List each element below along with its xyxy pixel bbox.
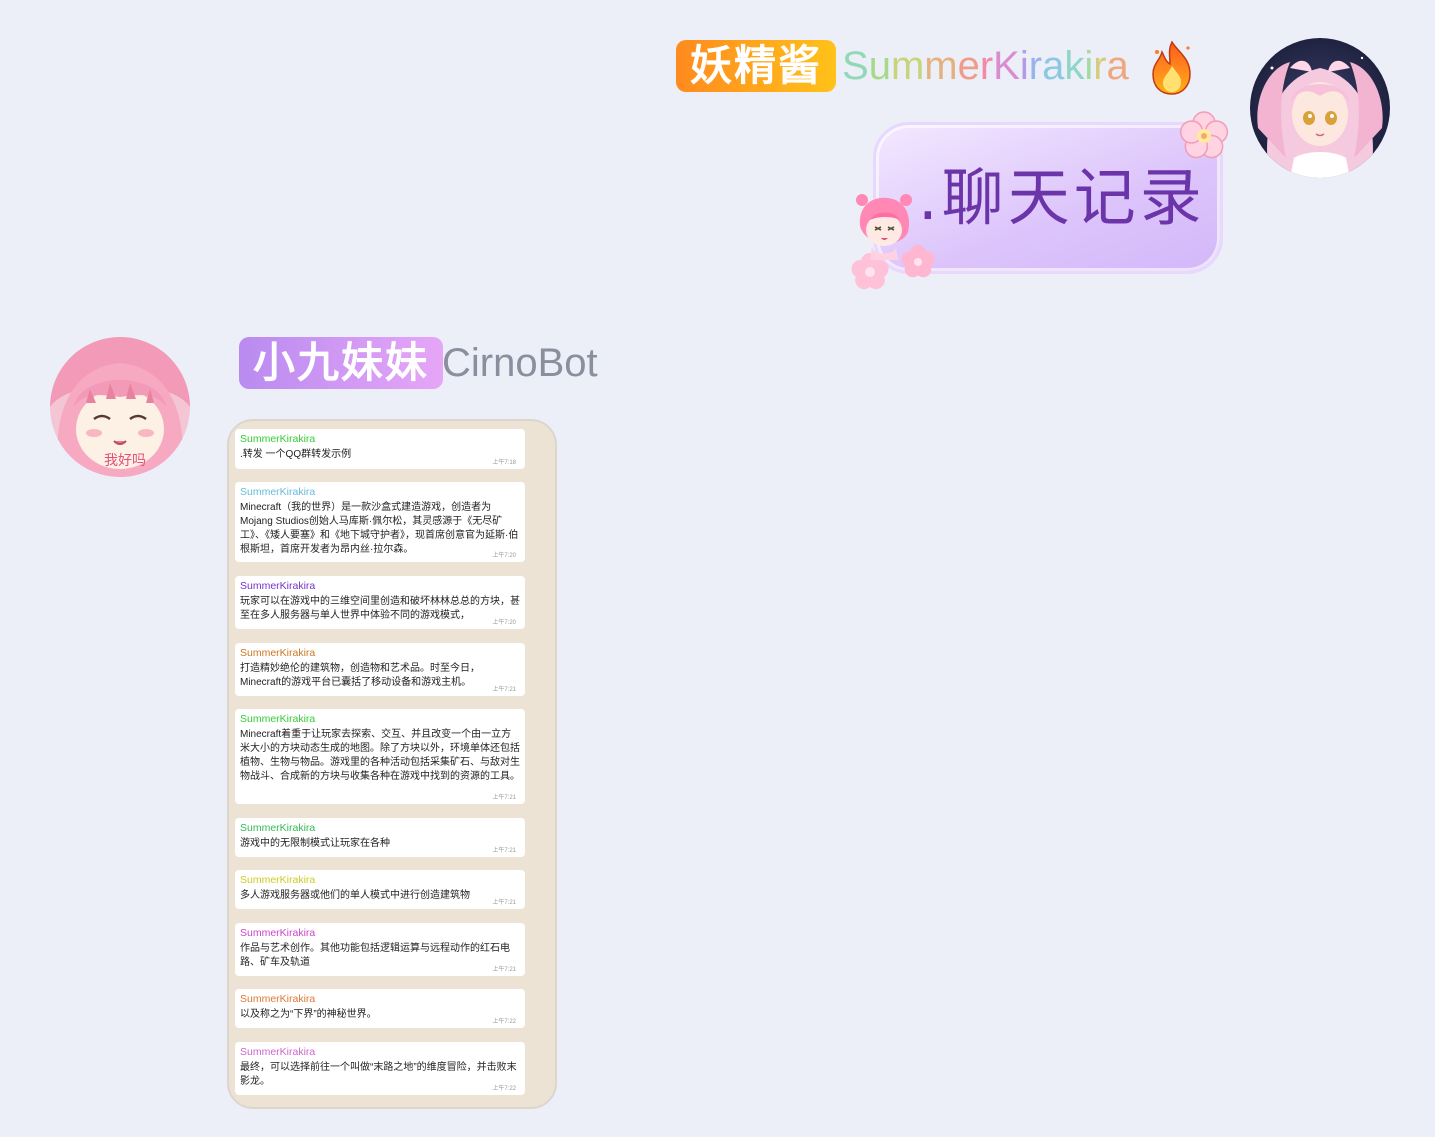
record-message-time: 上午7:22 bbox=[492, 1019, 516, 1025]
record-message: SummerKirakira 以及称之为“下界”的神秘世界。 上午7:22 bbox=[235, 989, 525, 1028]
record-message-text: 作品与艺术创作。其他功能包括逻辑运算与远程动作的红石电路、矿车及轨道 bbox=[240, 943, 510, 968]
sent-message-text: .聊天记录 bbox=[918, 161, 1206, 234]
pink-girl-sticker-icon bbox=[851, 194, 935, 290]
record-message-time: 上午7:21 bbox=[492, 967, 516, 973]
record-message: SummerKirakira 打造精妙绝伦的建筑物，创造物和艺术品。时至今日，M… bbox=[235, 643, 525, 696]
record-message: SummerKirakira .转发 一个QQ群转发示例 上午7:18 bbox=[235, 429, 525, 469]
record-message: SummerKirakira 游戏中的无限制模式让玩家在各种 上午7:21 bbox=[235, 818, 525, 857]
forwarded-chat-record[interactable]: SummerKirakira .转发 一个QQ群转发示例 上午7:18 Summ… bbox=[227, 419, 557, 1109]
record-message-time: 上午7:21 bbox=[492, 795, 516, 801]
fire-icon bbox=[1152, 40, 1191, 95]
record-message-sender: SummerKirakira bbox=[240, 713, 316, 725]
record-message: SummerKirakira Minecraft（我的世界）是一款沙盒式建造游戏… bbox=[235, 482, 525, 562]
user-avatar[interactable] bbox=[1250, 38, 1390, 178]
record-message-time: 上午7:22 bbox=[492, 1086, 516, 1092]
record-message: SummerKirakira 作品与艺术创作。其他功能包括逻辑运算与远程动作的红… bbox=[235, 923, 525, 976]
record-message-sender: SummerKirakira bbox=[240, 993, 316, 1005]
record-message-sender: SummerKirakira bbox=[240, 874, 316, 886]
record-message-text: .转发 一个QQ群转发示例 bbox=[240, 449, 352, 460]
record-message-sender: SummerKirakira bbox=[240, 486, 316, 498]
record-message: SummerKirakira 最终，可以选择前往一个叫做“末路之地”的维度冒险，… bbox=[235, 1042, 525, 1095]
bot-title-badge: 小九妹妹 bbox=[239, 337, 444, 389]
record-message-text: 游戏中的无限制模式让玩家在各种 bbox=[240, 838, 390, 849]
record-message-time: 上午7:20 bbox=[492, 553, 516, 559]
record-message-text: 最终，可以选择前往一个叫做“末路之地”的维度冒险，并击败末影龙。 bbox=[240, 1062, 517, 1087]
record-message-time: 上午7:21 bbox=[492, 848, 516, 854]
avatar-caption: 我好吗 bbox=[104, 453, 146, 469]
record-message-sender: SummerKirakira bbox=[240, 927, 316, 939]
record-message-text: 以及称之为“下界”的神秘世界。 bbox=[240, 1009, 377, 1020]
record-message-sender: SummerKirakira bbox=[240, 580, 316, 592]
flower-icon bbox=[1179, 111, 1229, 159]
record-message-sender: SummerKirakira bbox=[240, 1046, 316, 1058]
record-message-time: 上午7:21 bbox=[492, 900, 516, 906]
record-message-sender: SummerKirakira bbox=[240, 433, 316, 445]
record-message-time: 上午7:21 bbox=[492, 687, 516, 693]
record-message: SummerKirakira Minecraft着重于让玩家去探索、交互、并且改… bbox=[235, 709, 525, 804]
user-nickname[interactable]: SummerKirakira bbox=[842, 40, 1129, 92]
record-message: SummerKirakira 玩家可以在游戏中的三维空间里创造和破坏林林总总的方… bbox=[235, 576, 525, 629]
record-message-text: 打造精妙绝伦的建筑物，创造物和艺术品。时至今日，Minecraft的游戏平台已囊… bbox=[240, 663, 480, 688]
record-message: SummerKirakira 多人游戏服务器或他们的单人模式中进行创造建筑物 上… bbox=[235, 870, 525, 909]
record-message-time: 上午7:18 bbox=[492, 460, 516, 466]
record-message-sender: SummerKirakira bbox=[240, 822, 316, 834]
record-message-text: 玩家可以在游戏中的三维空间里创造和破坏林林总总的方块，甚至在多人服务器与单人世界… bbox=[240, 596, 520, 621]
record-message-text: 多人游戏服务器或他们的单人模式中进行创造建筑物 bbox=[240, 890, 470, 901]
anime-girl-avatar-icon bbox=[1250, 38, 1390, 178]
user-title-badge: 妖精酱 bbox=[676, 40, 837, 92]
record-message-text: Minecraft（我的世界）是一款沙盒式建造游戏，创造者为Mojang Stu… bbox=[240, 502, 519, 555]
record-message-sender: SummerKirakira bbox=[240, 647, 316, 659]
record-message-text: Minecraft着重于让玩家去探索、交互、并且改变一个由一立方米大小的方块动态… bbox=[240, 729, 520, 782]
bot-nickname[interactable]: CirnoBot bbox=[442, 337, 598, 389]
record-message-time: 上午7:20 bbox=[492, 620, 516, 626]
